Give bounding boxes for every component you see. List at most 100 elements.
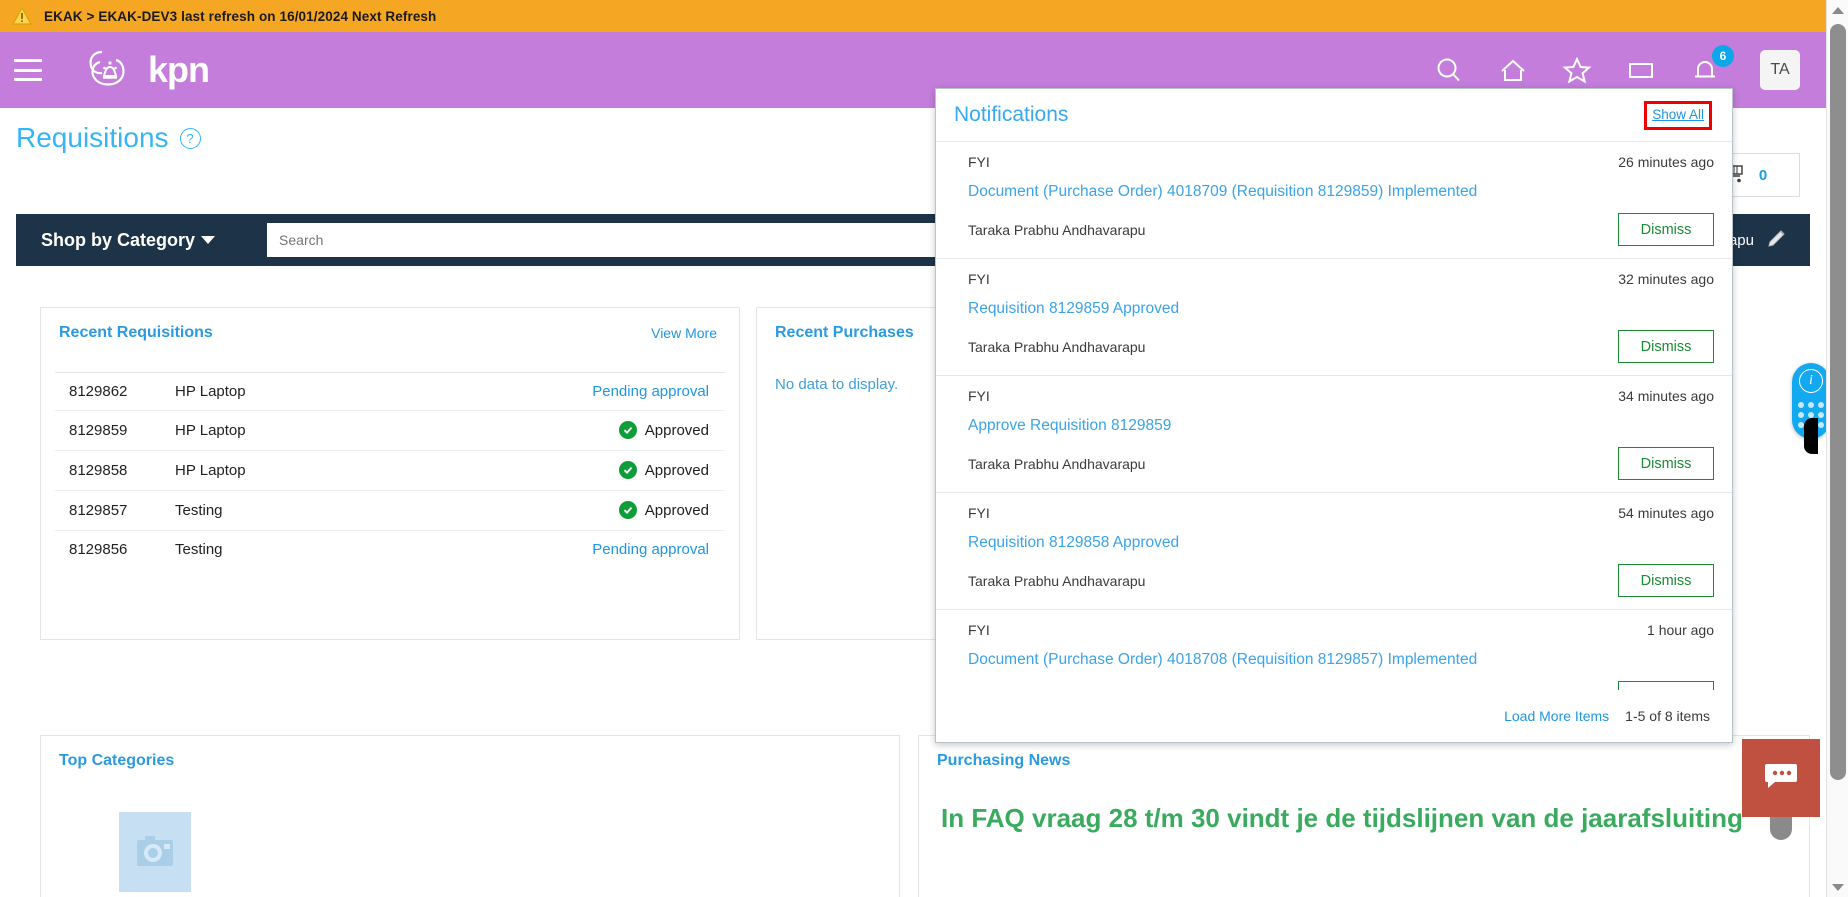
notification-type: FYI: [968, 388, 990, 404]
requisition-status: Approved: [365, 490, 725, 531]
scroll-up-arrow-icon[interactable]: [1827, 0, 1848, 20]
notification-meta-row: FYI 32 minutes ago: [968, 271, 1714, 287]
requisition-id-link[interactable]: 8129862: [55, 372, 175, 411]
top-categories-title: Top Categories: [59, 752, 175, 769]
status-badge: Approved: [618, 421, 709, 439]
requisition-description: HP Laptop: [175, 410, 366, 451]
notification-subject-link[interactable]: Document (Purchase Order) 4018708 (Requi…: [968, 651, 1714, 669]
status-label: Approved: [644, 501, 709, 519]
list-item: FYI 32 minutes ago Requisition 8129859 A…: [936, 259, 1732, 376]
cart-count: 0: [1758, 166, 1768, 184]
requisition-id-link[interactable]: 8129859: [55, 410, 175, 451]
question-mark-icon[interactable]: ?: [179, 127, 201, 149]
purchasing-news-title: Purchasing News: [937, 752, 1071, 769]
scrollbar-thumb[interactable]: [1830, 24, 1846, 780]
requisition-description: HP Laptop: [175, 372, 366, 411]
info-circle-icon: i: [1799, 369, 1823, 393]
kpn-logo-text: kpn: [148, 49, 210, 90]
notification-sender: Taraka Prabhu Andhavarapu: [968, 338, 1146, 355]
top-categories-header: Top Categories: [41, 736, 899, 770]
dismiss-button[interactable]: Dismiss: [1618, 564, 1714, 597]
side-drawer-handle[interactable]: [1804, 418, 1818, 454]
notification-time: 34 minutes ago: [1618, 388, 1714, 404]
purchasing-news-headline[interactable]: In FAQ vraag 28 t/m 30 vindt je de tijds…: [919, 770, 1809, 835]
notification-subject-link[interactable]: Approve Requisition 8129859: [968, 417, 1714, 435]
page-title-row: Requisitions ?: [16, 122, 201, 154]
notification-subject-link[interactable]: Requisition 8129858 Approved: [968, 534, 1714, 552]
list-item: FYI 26 minutes ago Document (Purchase Or…: [936, 142, 1732, 259]
notifications-bell-icon[interactable]: 6: [1690, 45, 1734, 85]
pencil-edit-icon[interactable]: [1766, 227, 1788, 253]
chat-bubble-icon: [1763, 761, 1799, 796]
table-row[interactable]: 8129858 HP Laptop Approved: [55, 450, 725, 491]
notification-footer-row: Taraka Prabhu Andhavarapu Dismiss: [968, 564, 1714, 597]
environment-alert-bar: EKAK > EKAK-DEV3 last refresh on 16/01/2…: [0, 0, 1826, 32]
check-circle-icon: [618, 461, 637, 479]
notification-meta-row: FYI 54 minutes ago: [968, 505, 1714, 521]
requisition-id-link[interactable]: 8129857: [55, 490, 175, 531]
load-more-items-link[interactable]: Load More Items: [1504, 708, 1609, 724]
vertical-scrollbar[interactable]: [1826, 0, 1848, 897]
notifications-panel: Notifications Show All FYI 26 minutes ag…: [935, 88, 1733, 743]
notification-subject-link[interactable]: Document (Purchase Order) 4018709 (Requi…: [968, 183, 1714, 201]
watchlist-icon[interactable]: [1626, 55, 1656, 85]
dismiss-button[interactable]: Dismiss: [1618, 447, 1714, 480]
status-badge: Approved: [618, 461, 709, 479]
chat-widget-button[interactable]: [1742, 739, 1820, 817]
requisition-status: Pending approval: [365, 530, 725, 568]
notification-meta-row: FYI 26 minutes ago: [968, 154, 1714, 170]
status-badge: Pending approval: [592, 383, 709, 400]
recent-requisitions-title: Recent Requisitions: [59, 324, 213, 341]
notification-meta-row: FYI 34 minutes ago: [968, 388, 1714, 404]
top-categories-card: Top Categories: [40, 735, 900, 897]
requisition-status: Approved: [365, 410, 725, 451]
requisition-status: Pending approval: [365, 372, 725, 411]
recent-purchases-title: Recent Purchases: [775, 324, 914, 341]
notification-sender: Taraka Prabhu Andhavarapu: [968, 221, 1146, 238]
status-badge: Approved: [618, 501, 709, 519]
shop-by-category-label: Shop by Category: [41, 229, 196, 250]
notification-subject-link[interactable]: Requisition 8129859 Approved: [968, 300, 1714, 318]
shop-by-category-dropdown[interactable]: Shop by Category: [41, 229, 216, 251]
show-all-link[interactable]: Show All: [1652, 107, 1704, 122]
requisition-description: Testing: [175, 530, 366, 568]
notification-footer-row: Taraka Prabhu Andhavarapu Dismiss: [968, 330, 1714, 363]
requisition-id-link[interactable]: 8129858: [55, 450, 175, 491]
kpn-logo-mark: [84, 46, 140, 94]
dismiss-button[interactable]: Dismiss: [1618, 681, 1714, 690]
list-item: FYI 54 minutes ago Requisition 8129858 A…: [936, 493, 1732, 610]
search-icon[interactable]: [1434, 55, 1464, 85]
requisition-status: Approved: [365, 450, 725, 491]
hamburger-menu-icon[interactable]: [14, 59, 42, 81]
notification-footer-row: Taraka Prabhu Andhavarapu Dismiss: [968, 213, 1714, 246]
recent-requisitions-table: 8129862 HP Laptop Pending approval 81298…: [55, 372, 725, 568]
notifications-item-count: 1-5 of 8 items: [1625, 708, 1710, 724]
camera-placeholder-icon[interactable]: [119, 812, 191, 892]
user-avatar[interactable]: TA: [1760, 50, 1800, 90]
dismiss-button[interactable]: Dismiss: [1618, 330, 1714, 363]
check-circle-icon: [618, 501, 637, 519]
home-icon[interactable]: [1498, 55, 1528, 85]
list-item: FYI 1 hour ago Document (Purchase Order)…: [936, 610, 1732, 690]
notifications-panel-title: Notifications: [954, 103, 1069, 126]
notifications-panel-footer: Load More Items 1-5 of 8 items: [936, 690, 1732, 742]
check-circle-icon: [618, 421, 637, 439]
table-row[interactable]: 8129856 Testing Pending approval: [55, 530, 725, 568]
warning-triangle-icon: [12, 7, 32, 25]
notification-footer-row: Taraka Prabhu Andhavarapu Dismiss: [968, 447, 1714, 480]
requisition-description: Testing: [175, 490, 366, 531]
status-label: Approved: [644, 421, 709, 439]
environment-alert-text: EKAK > EKAK-DEV3 last refresh on 16/01/2…: [44, 8, 437, 24]
table-row[interactable]: 8129857 Testing Approved: [55, 490, 725, 531]
table-row[interactable]: 8129862 HP Laptop Pending approval: [55, 372, 725, 411]
notification-sender: Taraka Prabhu Andhavarapu: [968, 455, 1146, 472]
requisition-id-link[interactable]: 8129856: [55, 530, 175, 568]
scroll-down-arrow-icon[interactable]: [1827, 877, 1848, 897]
favorites-star-icon[interactable]: [1562, 55, 1592, 85]
notification-sender: Taraka Prabhu Andhavarapu: [968, 572, 1146, 589]
table-row[interactable]: 8129859 HP Laptop Approved: [55, 410, 725, 451]
page-title: Requisitions: [16, 122, 169, 153]
dismiss-button[interactable]: Dismiss: [1618, 213, 1714, 246]
recent-requisitions-view-more-link[interactable]: View More: [651, 325, 717, 341]
kpn-logo[interactable]: kpn: [84, 46, 210, 94]
